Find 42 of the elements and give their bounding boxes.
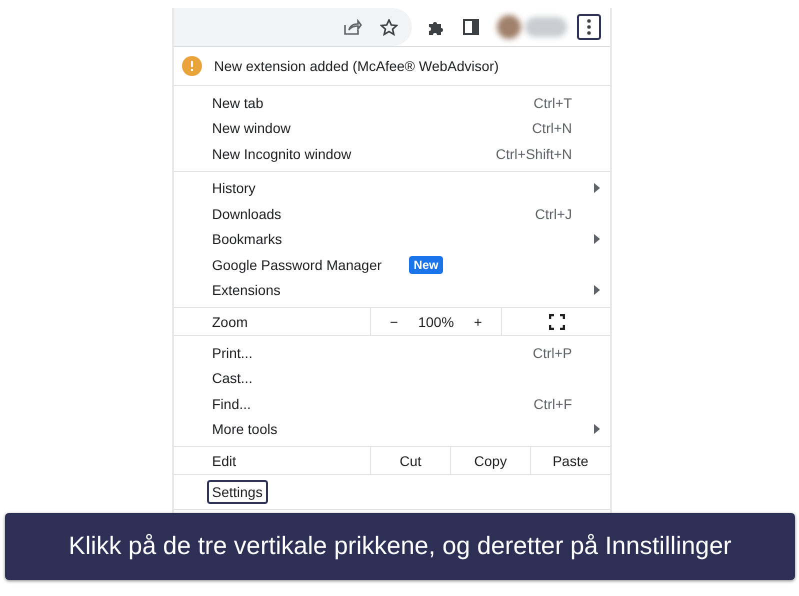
more-icon bbox=[587, 19, 591, 35]
menu-item[interactable]: New Incognito window bbox=[207, 142, 356, 166]
submenu-arrow-icon bbox=[594, 424, 600, 434]
profile-button[interactable] bbox=[497, 14, 567, 40]
menu-item[interactable]: Cast... bbox=[207, 366, 258, 390]
shortcut-text: Ctrl+Shift+N bbox=[496, 146, 572, 162]
submenu-arrow-icon bbox=[594, 183, 600, 194]
menu-item[interactable]: Bookmarks bbox=[207, 227, 288, 252]
notice-text[interactable]: New extension added (McAfee® WebAdvisor) bbox=[214, 58, 499, 74]
fullscreen-icon[interactable] bbox=[549, 314, 565, 330]
menu-item[interactable]: Settings bbox=[207, 480, 268, 504]
menu-item[interactable]: Downloads bbox=[207, 202, 286, 226]
menu-item[interactable]: Google Password Manager bbox=[207, 252, 387, 277]
edit-action-button[interactable]: Cut bbox=[370, 447, 450, 474]
zoom-in-button[interactable]: + bbox=[462, 314, 494, 330]
shortcut-text: Ctrl+J bbox=[535, 206, 572, 222]
zoom-out-button[interactable]: − bbox=[378, 314, 410, 330]
shortcut-text: Ctrl+P bbox=[532, 344, 572, 361]
menu-item[interactable]: History bbox=[207, 176, 261, 200]
zoom-level: 100% bbox=[417, 314, 455, 330]
star-icon[interactable] bbox=[380, 18, 398, 36]
menu-item[interactable]: More tools bbox=[207, 417, 282, 442]
submenu-arrow-icon bbox=[594, 234, 600, 244]
shortcut-text: Ctrl+F bbox=[534, 396, 572, 412]
warning-icon bbox=[182, 56, 202, 76]
new-badge: New bbox=[408, 256, 444, 274]
menu-item[interactable]: New tab bbox=[207, 90, 268, 115]
edit-action-button[interactable]: Paste bbox=[530, 447, 610, 474]
shortcut-text: Ctrl+N bbox=[532, 120, 572, 136]
submenu-arrow-icon bbox=[594, 285, 600, 296]
edit-action-button[interactable]: Copy bbox=[450, 447, 530, 474]
zoom-label: Zoom bbox=[211, 314, 249, 330]
shortcut-text: Ctrl+T bbox=[534, 94, 572, 111]
menu-item[interactable]: New window bbox=[207, 116, 296, 140]
menu-item[interactable]: Print... bbox=[207, 340, 258, 365]
menu-item[interactable]: Extensions bbox=[207, 278, 286, 302]
sidebar-icon[interactable] bbox=[463, 19, 479, 35]
menu-item[interactable]: Find... bbox=[207, 392, 256, 416]
share-icon[interactable] bbox=[344, 19, 362, 35]
menu-button[interactable] bbox=[577, 14, 601, 40]
caption-banner: Klikk på de tre vertikale prikkene, og deretter på Innstillinger bbox=[5, 513, 795, 580]
edit-label: Edit bbox=[211, 452, 238, 468]
